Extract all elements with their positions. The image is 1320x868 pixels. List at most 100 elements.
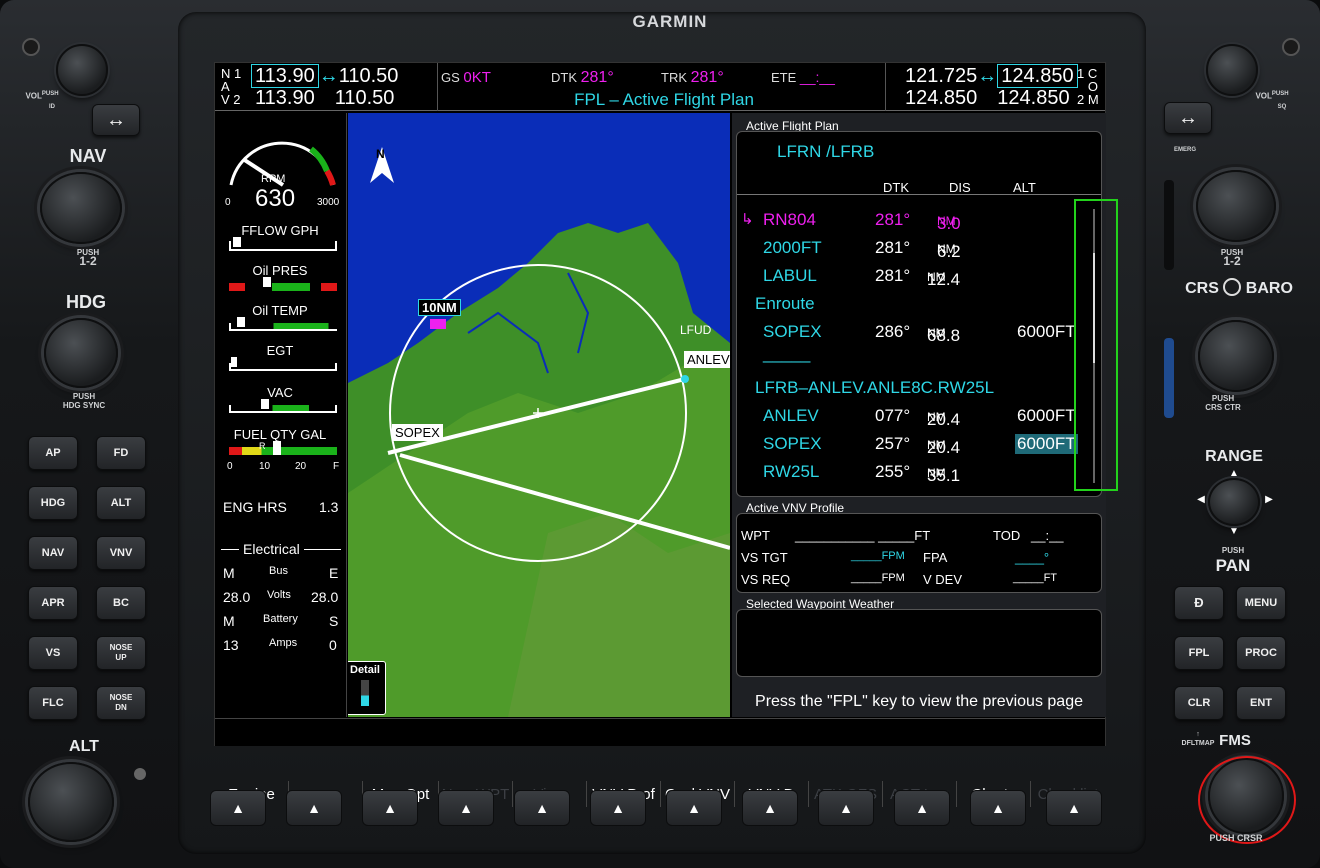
vol-knob[interactable] [56,44,108,96]
com-vol-knob[interactable] [1206,44,1258,96]
softkey-button-2[interactable]: ▲ [286,790,342,826]
nav1-standby[interactable]: 110.50 [339,65,399,87]
ent-button[interactable]: ENT [1236,686,1286,720]
fpl-row[interactable]: _____ [737,340,1097,368]
nav-button[interactable]: NAV [28,536,78,570]
softkey-button-8[interactable]: ▲ [742,790,798,826]
rpm-min: 0 [225,197,231,208]
fpl-route[interactable]: LFRN /LFRB [777,142,874,162]
nav1-frequencies: 113.90 ↔110.50 [251,64,399,88]
nav-push-label: PUSH 1-2 [76,248,100,268]
fpl-dis: 68.8 NM [927,326,961,345]
fpl-dis: 20.4 NM [927,438,961,457]
com2-active[interactable]: 124.850 [905,87,977,109]
alt-knob[interactable] [28,762,114,842]
bezel-screw [22,38,40,56]
scrollbar-highlight [1074,199,1118,491]
waypoint-sopex[interactable]: SOPEX [392,424,443,441]
vnv-vsreq-value: _____FPM [851,572,905,584]
softkey-button-7[interactable]: ▲ [666,790,722,826]
vnv-wpt-value: ___________ _____FT [795,528,931,543]
com2-frequencies: 124.850 124.850 [905,87,1070,110]
fpl-alt-selected: 6000FT [1015,434,1078,454]
fpl-row[interactable]: ANLEV 077° 20.4 NM 6000FT [737,402,1097,430]
direct-to-button[interactable]: Ð [1174,586,1224,620]
fpl-button[interactable]: FPL [1174,636,1224,670]
apr-button[interactable]: APR [28,586,78,620]
fpl-row[interactable]: RW25L 255° 35.1 NM [737,458,1097,486]
fuel-marker: R [259,441,266,451]
softkey-button-1[interactable]: ▲ [210,790,266,826]
fpl-dis: 12.4 NM [927,270,961,289]
vnv-vsreq-label: VS REQ [741,572,791,587]
vs-button[interactable]: VS [28,636,78,670]
nose-up-button[interactable]: NOSE UP [96,636,146,670]
softkey-button-9[interactable]: ▲ [818,790,874,826]
detail-button[interactable]: Detail [348,661,386,715]
waypoint-anlev[interactable]: ANLEV [684,351,730,368]
airport-lfud[interactable]: LFUD [680,323,711,337]
hdg-button[interactable]: HDG [28,486,78,520]
navigation-map[interactable]: N 10NM SOPEX ANLEV LFUD Detail [348,113,730,717]
nav-knob[interactable] [40,172,122,244]
gs-field: GS 0KT [441,69,491,86]
flc-button[interactable]: FLC [28,686,78,720]
proc-button[interactable]: PROC [1236,636,1286,670]
softkey-button-11[interactable]: ▲ [970,790,1026,826]
nav2-standby[interactable]: 110.50 [335,87,395,109]
softkey-button-4[interactable]: ▲ [438,790,494,826]
flight-plan-pane: Active Flight Plan LFRN /LFRB DTK DIS AL… [732,113,1118,717]
volts-right: 28.0 [311,589,339,605]
com2-standby[interactable]: 124.850 [997,87,1069,109]
fpl-row[interactable]: SOPEX 257° 20.4 NM 6000FT [737,430,1097,458]
clr-button[interactable]: CLR [1174,686,1224,720]
scrollbar-thumb[interactable] [1093,253,1095,363]
com-knob[interactable] [1196,170,1276,242]
bus-label: Bus [269,565,288,577]
alt-button[interactable]: ALT [96,486,146,520]
bc-button[interactable]: BC [96,586,146,620]
crs-ctr-label: PUSH CRS CTR [1205,394,1241,412]
hdg-knob-label: HDG [66,292,106,312]
nav-swap-button[interactable]: ↔ [92,104,140,136]
com1-active[interactable]: 121.725 [905,65,977,87]
nav2-active[interactable]: 113.90 [255,87,315,109]
ap-button[interactable]: AP [28,436,78,470]
fpl-row[interactable]: LFRB–ANLEV.ANLE8C.RW25L [737,374,1097,402]
com1-standby[interactable]: 124.850 [997,64,1078,88]
fd-button[interactable]: FD [96,436,146,470]
fpl-dis: 3.0 NM [937,214,961,233]
vnv-tod-value: __:__ [1031,528,1064,543]
scrollbar-track[interactable] [1093,209,1095,483]
softkey-button-6[interactable]: ▲ [590,790,646,826]
range-label: RANGE [1205,448,1263,465]
nav1-active[interactable]: 113.90 [251,64,319,88]
vnv-button[interactable]: VNV [96,536,146,570]
fpl-dis: 6.2 NM [937,242,961,261]
hdg-push-label: PUSH HDG SYNC [62,392,106,410]
brand-logo: GARMIN [632,12,708,31]
amps-right: 0 [329,637,337,653]
menu-button[interactable]: MENU [1236,586,1286,620]
fpl-list: LFRN /LFRB DTK DIS ALT ↳ RN804 281° 3.0 N… [736,131,1102,497]
fpl-row[interactable]: LABUL 281° 12.4 NM [737,262,1097,290]
com-swap-button[interactable]: ↔ [1164,102,1212,134]
range-knob[interactable] [1208,478,1260,526]
softkey-button-10[interactable]: ▲ [894,790,950,826]
softkey-button-3[interactable]: ▲ [362,790,418,826]
hdg-knob[interactable] [44,318,118,388]
nose-dn-button[interactable]: NOSE DN [96,686,146,720]
card-slot [1164,180,1174,270]
softkey-button-5[interactable]: ▲ [514,790,570,826]
fpl-dis: 35.1 NM [927,466,961,485]
fpl-row[interactable]: Enroute [737,290,1097,318]
softkey-button-12[interactable]: ▲ [1046,790,1102,826]
fpl-row[interactable]: 2000FT 281° 6.2 NM [737,234,1097,262]
nav-knob-label: NAV [69,146,107,166]
vnv-wpt-label: WPT [741,528,770,543]
fpl-waypoint: LABUL [763,266,817,285]
crs-baro-knob[interactable] [1198,320,1274,392]
fpl-dtk: 281° [875,210,911,229]
fpl-row[interactable]: ↳ RN804 281° 3.0 NM [737,206,1097,234]
emerg-label: EMERG [1173,147,1196,153]
